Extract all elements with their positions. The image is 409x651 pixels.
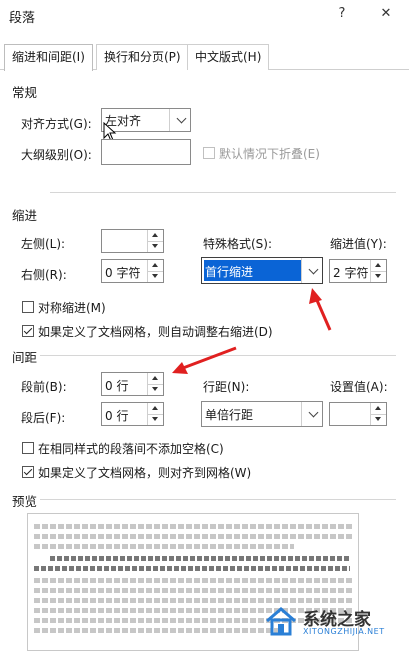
- tab-indent-spacing[interactable]: 缩进和间距(I): [4, 44, 93, 71]
- annotation-arrows: [172, 288, 332, 374]
- red-arrow-icon: [172, 346, 237, 374]
- house-logo-icon: [266, 607, 296, 636]
- watermark-subtext: XITONGZHIJIA.NET: [303, 627, 385, 636]
- red-arrow-icon: [309, 288, 332, 331]
- watermark: 系统之家 XITONGZHIJIA.NET: [263, 603, 403, 641]
